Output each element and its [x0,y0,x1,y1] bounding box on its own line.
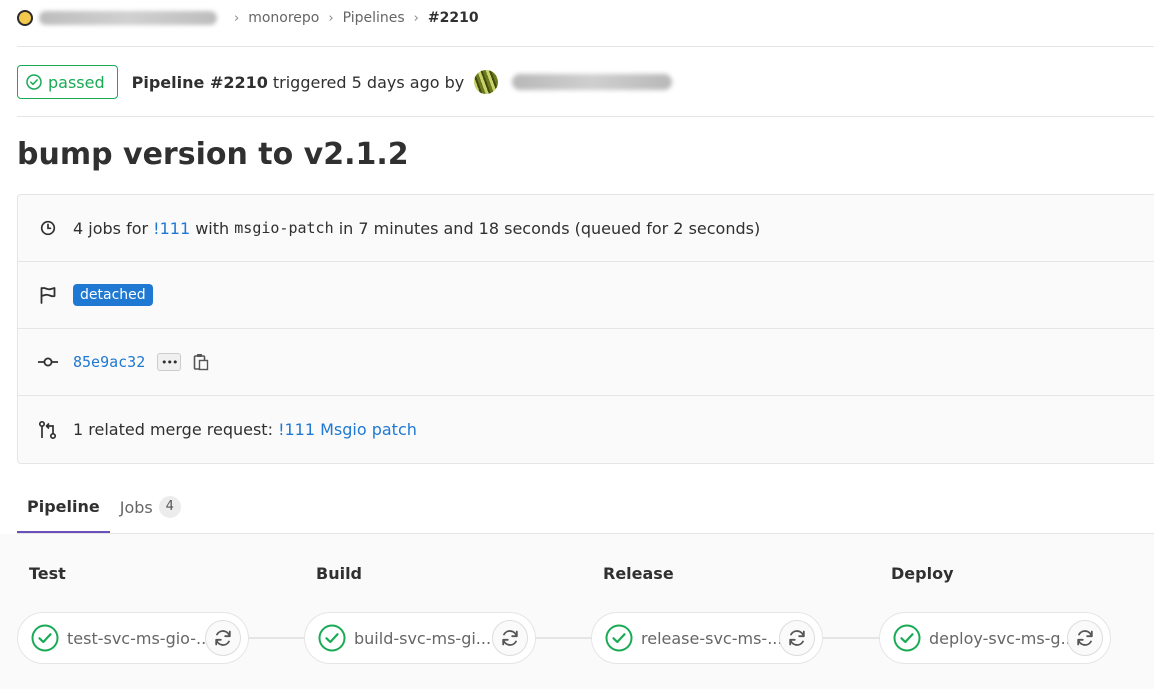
job-deploy[interactable]: deploy-svc-ms-g... [879,612,1111,664]
retry-icon[interactable] [492,620,528,656]
stage-title: Build [316,564,363,583]
job-name: release-svc-ms-... [641,628,783,648]
stage-title: Test [29,564,66,583]
stage-connector [823,637,880,639]
pipeline-header: passed Pipeline #2210 triggered 5 days a… [17,65,673,99]
retry-icon[interactable] [1067,620,1103,656]
clock-icon [37,217,59,239]
copy-icon[interactable] [193,353,209,371]
commit-sha-link[interactable]: 85e9ac32 [73,353,145,371]
commit-icon [37,351,59,373]
breadcrumb-link-pipelines[interactable]: Pipelines [343,10,405,26]
pipeline-graph: Test test-svc-ms-gio-... Build build-svc… [0,534,1154,689]
job-test[interactable]: test-svc-ms-gio-... [17,612,249,664]
status-success-icon [26,74,42,90]
with-text: with [195,218,230,238]
stage-title: Release [603,564,674,583]
divider [17,116,1154,117]
retry-icon[interactable] [779,620,815,656]
job-build[interactable]: build-svc-ms-gi... [304,612,536,664]
user-avatar[interactable] [474,70,499,94]
job-name: build-svc-ms-gi... [354,628,492,648]
breadcrumb-current[interactable]: #2210 [428,10,479,26]
pipeline-id: Pipeline #2210 [131,72,268,92]
jobs-count-badge: 4 [158,496,181,518]
project-avatar-icon[interactable] [17,10,33,26]
status-success-icon [318,624,346,652]
status-success-icon [605,624,633,652]
job-release[interactable]: release-svc-ms-... [591,612,823,664]
flag-icon [37,284,59,306]
chevron-right-icon: › [328,10,334,26]
branch-name[interactable]: msgio-patch [234,219,333,237]
redacted-group-name[interactable] [39,11,217,25]
tab-pipeline-label: Pipeline [27,496,100,516]
divider [17,46,1154,47]
related-mr-link[interactable]: !111 Msgio patch [278,420,417,439]
tags-row: detached [18,262,1154,329]
merge-request-icon [37,419,59,441]
chevron-right-icon: › [413,10,419,26]
stage-connector [535,637,592,639]
tab-pipeline[interactable]: Pipeline [17,481,110,533]
job-name: test-svc-ms-gio-... [67,628,212,648]
tab-jobs[interactable]: Jobs 4 [110,481,191,533]
status-success-icon [893,624,921,652]
commit-row: 85e9ac32 ••• [18,329,1154,396]
triggered-text: triggered 5 days ago by [272,72,465,92]
status-badge[interactable]: passed [17,65,118,99]
pipeline-info-panel: 4 jobs for !111 with msgio-patch in 7 mi… [17,194,1154,464]
status-success-icon [31,624,59,652]
page-title: bump version to v2.1.2 [17,137,409,172]
stage-title: Deploy [891,564,954,583]
pipeline-tabs: Pipeline Jobs 4 [17,481,191,533]
more-actions-button[interactable]: ••• [157,353,182,371]
status-label: passed [48,72,105,92]
breadcrumb: › monorepo › Pipelines › #2210 [17,6,479,30]
duration-text: in 7 minutes and 18 seconds (queued for … [338,218,761,238]
detached-badge: detached [73,284,153,306]
redacted-user-name[interactable] [512,74,673,90]
retry-icon[interactable] [205,620,241,656]
jobs-summary-row: 4 jobs for !111 with msgio-patch in 7 mi… [18,195,1154,262]
related-mr-text: 1 related merge request: [73,420,273,439]
tab-jobs-label: Jobs [119,497,153,517]
breadcrumb-link-project[interactable]: monorepo [248,10,319,26]
related-mr-row: 1 related merge request: !111 Msgio patc… [18,396,1154,463]
stage-connector [248,637,304,639]
chevron-right-icon: › [234,10,240,26]
job-name: deploy-svc-ms-g... [929,628,1076,648]
merge-request-link[interactable]: !111 [153,219,190,238]
jobs-count-text: 4 jobs for [73,218,149,238]
